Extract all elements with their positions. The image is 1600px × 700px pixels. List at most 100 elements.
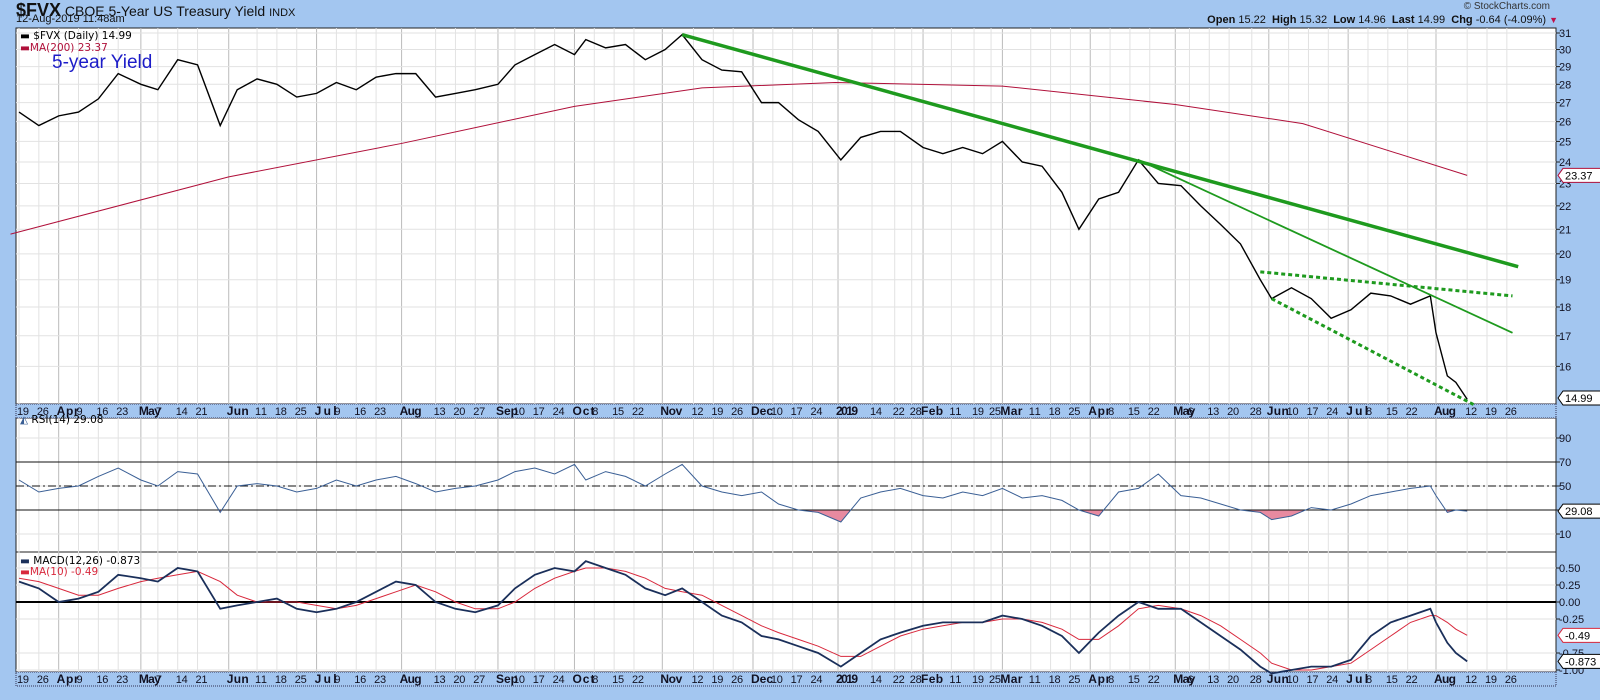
date-tick-label: 10 [513, 674, 525, 686]
date-tick-label: 22 [893, 406, 905, 418]
date-tick-label: 14 [870, 674, 882, 686]
date-tick-label: 2019 [836, 672, 858, 686]
date-tick-label: Mar [1000, 672, 1022, 686]
date-tick-label: 28 [910, 406, 922, 418]
date-tick-label: 12 [1465, 674, 1477, 686]
date-tick-label: 10 [771, 674, 783, 686]
date-tick-label: Aug [1434, 672, 1456, 686]
price-axis-label: 26 [1559, 117, 1571, 129]
date-tick-label: Mar [1000, 404, 1022, 418]
date-tick-label: 8 [1366, 674, 1372, 686]
macd-panel [15, 551, 1557, 673]
date-tick-label: 9 [334, 674, 340, 686]
rsi-axis-label: 90 [1559, 433, 1571, 445]
date-tick-label: Jun [1267, 672, 1289, 686]
date-tick-label: 18 [1049, 406, 1061, 418]
date-tick-label: 26 [1505, 406, 1517, 418]
price-axis-label: 28 [1559, 79, 1571, 91]
date-tick-label: 18 [275, 406, 287, 418]
value-tag-text: 23.37 [1565, 170, 1593, 182]
date-tick-label: 15 [612, 406, 624, 418]
date-tick-label: 25 [989, 674, 1001, 686]
value-tag-text: -0.49 [1565, 630, 1590, 642]
date-tick-label: Feb [921, 404, 943, 418]
date-tick-label: 9 [334, 406, 340, 418]
date-tick-label: 15 [1386, 406, 1398, 418]
date-tick-label: 23 [374, 674, 386, 686]
date-tick-label: 2019 [836, 404, 858, 418]
date-tick-label: 20 [453, 674, 465, 686]
rsi-legend-label: RSI(14) 29.08 [31, 414, 104, 426]
date-tick-label: 18 [275, 674, 287, 686]
signal-legend-label: MA(10) -0.49 [29, 566, 99, 578]
date-tick-label: 27 [473, 406, 485, 418]
price-axis-label: 17 [1559, 331, 1571, 343]
date-tick-label: 26 [37, 674, 49, 686]
price-axis-label: 18 [1559, 302, 1571, 314]
date-tick-label: Nov [660, 672, 682, 686]
date-tick-label: 8 [1108, 674, 1114, 686]
price-axis-label: 30 [1559, 45, 1571, 57]
date-tick-label: 24 [553, 406, 565, 418]
signal-legend: ▬MA(10) -0.49 [20, 566, 99, 578]
date-tick-label: Jul [1346, 672, 1368, 686]
macd-axis-label: -0.25 [1559, 614, 1584, 626]
date-tick-label: 28 [910, 674, 922, 686]
date-tick-label: 18 [1049, 674, 1061, 686]
date-tick-label: 24 [811, 674, 823, 686]
date-tick-label: 24 [1326, 406, 1338, 418]
date-tick-label: Aug [1434, 404, 1456, 418]
rsi-axis-label: 70 [1559, 457, 1571, 469]
date-tick-label: Jun [227, 672, 249, 686]
date-tick-label: 20 [1227, 406, 1239, 418]
rsi-legend: ◭ RSI(14) 29.08 [20, 414, 104, 426]
date-tick-label: 8 [592, 406, 598, 418]
date-tick-label: 11 [949, 674, 961, 686]
date-tick-label: 25 [295, 406, 307, 418]
date-tick-label: 23 [116, 406, 128, 418]
date-tick-label: 13 [1207, 406, 1219, 418]
date-tick-label: 11 [255, 406, 267, 418]
chart-annotation: 5-year Yield [52, 52, 153, 73]
date-tick-label: 11 [949, 406, 961, 418]
price-axis-label: 27 [1559, 98, 1571, 110]
date-tick-label: 24 [1326, 674, 1338, 686]
date-tick-label: 7 [156, 674, 162, 686]
date-tick-label: 12 [691, 674, 703, 686]
price-axis-label: 19 [1559, 275, 1571, 287]
date-tick-label: 22 [1148, 406, 1160, 418]
date-tick-label: 26 [1505, 674, 1517, 686]
date-tick-label: 17 [533, 674, 545, 686]
price-axis-label: 31 [1559, 28, 1571, 40]
date-tick-label: 12 [691, 406, 703, 418]
date-tick-label: 8 [1366, 406, 1372, 418]
date-tick-label: 10 [1287, 406, 1299, 418]
date-tick-label: 10 [513, 406, 525, 418]
macd-value-tag: -0.873 [1557, 653, 1600, 669]
rsi-axis-label: 50 [1559, 481, 1571, 493]
date-tick-label: 26 [731, 406, 743, 418]
date-tick-label: 25 [1068, 674, 1080, 686]
signal-value-tag: -0.49 [1557, 627, 1600, 643]
date-tick-label: 9 [77, 674, 83, 686]
date-tick-label: Oct [572, 672, 594, 686]
date-tick-label: 6 [1187, 406, 1193, 418]
date-tick-label: 20 [1227, 674, 1239, 686]
date-tick-label: 24 [553, 674, 565, 686]
date-tick-label: 13 [1207, 674, 1219, 686]
date-tick-label: 19 [1485, 674, 1497, 686]
date-tick-label: 15 [1128, 406, 1140, 418]
date-tick-label: Jun [227, 404, 249, 418]
date-tick-label: 25 [989, 406, 1001, 418]
date-tick-label: Jun [1267, 404, 1289, 418]
date-tick-label: Nov [660, 404, 682, 418]
macd-axis-label: 0.50 [1559, 563, 1580, 575]
date-tick-label: 22 [632, 406, 644, 418]
date-tick-label: 20 [453, 406, 465, 418]
price-legend-label: $FVX (Daily) 14.99 [33, 30, 132, 42]
date-tick-label: Oct [572, 404, 594, 418]
date-tick-label: 14 [870, 406, 882, 418]
price-legend: ▬ $FVX (Daily) 14.99 [20, 30, 132, 42]
date-tick-label: 28 [1250, 674, 1262, 686]
date-tick-label: 15 [612, 674, 624, 686]
